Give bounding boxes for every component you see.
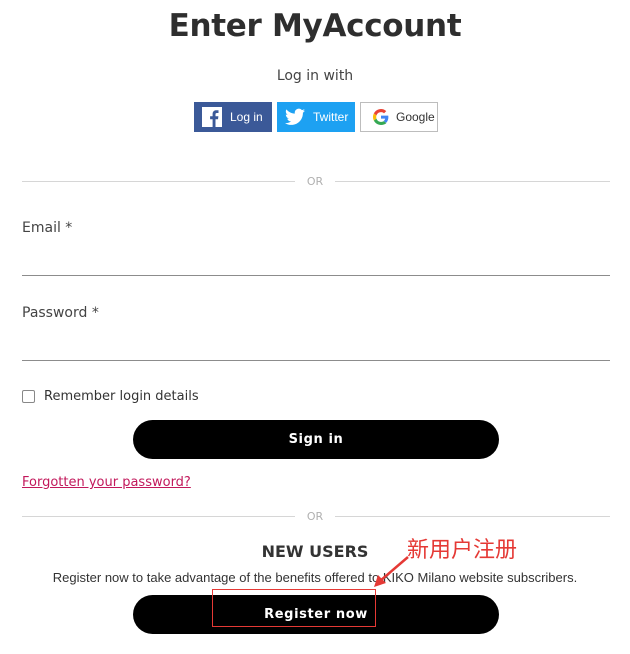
remember-login-row: Remember login details	[22, 389, 199, 404]
twitter-login-button[interactable]: Twitter	[277, 102, 355, 132]
password-field[interactable]	[22, 335, 610, 361]
remember-login-label: Remember login details	[44, 389, 199, 404]
page-title: Enter MyAccount	[168, 8, 462, 44]
twitter-login-label: Twitter	[313, 110, 349, 124]
email-field[interactable]	[22, 250, 610, 276]
login-page: Enter MyAccount Log in with Log in Twitt…	[0, 0, 630, 654]
twitter-icon	[285, 107, 305, 127]
or-separator-bottom: OR	[295, 510, 335, 523]
register-description: Register now to take advantage of the be…	[52, 570, 578, 585]
annotation-label: 新用户注册	[407, 538, 518, 563]
remember-login-checkbox[interactable]	[22, 390, 35, 403]
or-separator: OR	[295, 175, 335, 188]
google-login-label: Google	[396, 110, 435, 124]
facebook-login-label: Log in	[230, 110, 263, 124]
facebook-icon	[202, 107, 222, 127]
password-label: Password *	[22, 305, 99, 321]
login-with-label: Log in with	[276, 68, 354, 84]
sign-in-button[interactable]: Sign in	[133, 420, 499, 459]
new-users-heading: NEW USERS	[261, 542, 369, 561]
forgot-password-link[interactable]: Forgotten your password?	[22, 475, 191, 490]
register-now-button[interactable]: Register now	[133, 595, 499, 634]
email-label: Email *	[22, 220, 73, 236]
google-icon	[371, 107, 391, 127]
facebook-login-button[interactable]: Log in	[194, 102, 272, 132]
google-login-button[interactable]: Google	[360, 102, 438, 132]
